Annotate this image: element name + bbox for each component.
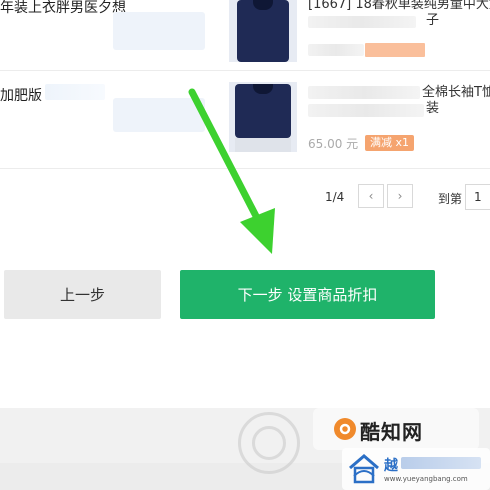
green-arrow-icon xyxy=(188,88,275,254)
